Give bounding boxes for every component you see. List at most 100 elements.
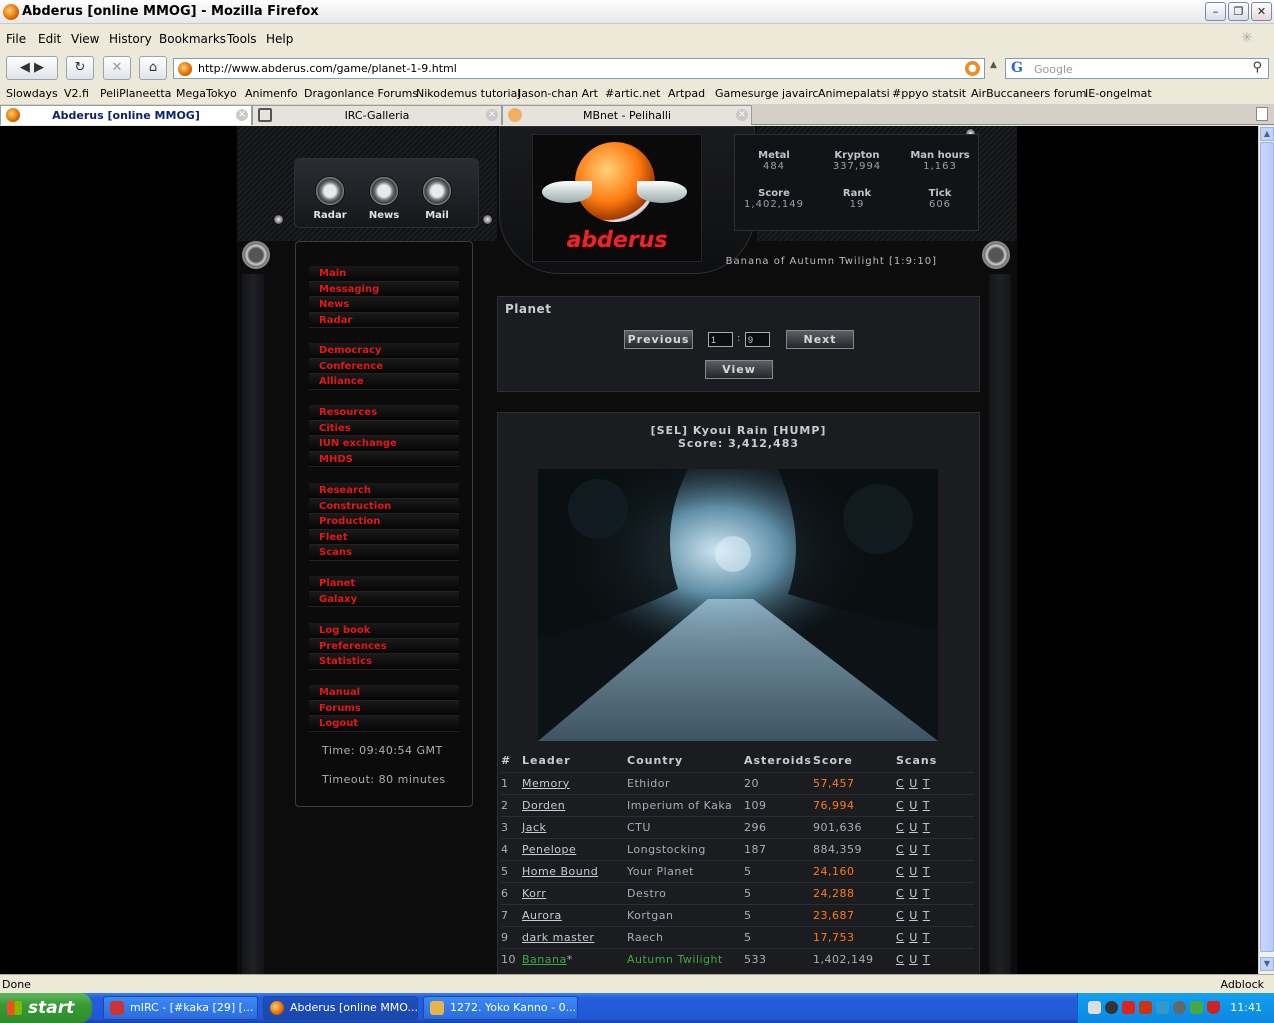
tray-java-icon[interactable] bbox=[1088, 1001, 1101, 1014]
tray-security-icon[interactable] bbox=[1207, 1001, 1220, 1014]
scan-t-link[interactable]: T bbox=[923, 909, 930, 922]
menu-item-iun-exchange[interactable]: IUN exchange bbox=[309, 436, 459, 452]
bookmark-item[interactable]: Animenfo bbox=[245, 87, 298, 100]
menu-item-construction[interactable]: Construction bbox=[309, 498, 459, 514]
bookmark-item[interactable]: Artpad bbox=[668, 87, 705, 100]
menu-item-main[interactable]: Main bbox=[309, 266, 459, 282]
task-firefox[interactable]: Abderus [online MMO... bbox=[263, 996, 418, 1020]
scan-c-link[interactable]: C bbox=[896, 865, 904, 878]
menu-item-statistics[interactable]: Statistics bbox=[309, 654, 459, 670]
tray-audio-icon[interactable] bbox=[1173, 1001, 1186, 1014]
scan-c-link[interactable]: C bbox=[896, 909, 904, 922]
menu-tools[interactable]: Tools bbox=[227, 32, 257, 46]
menu-file[interactable]: File bbox=[6, 32, 26, 46]
scan-t-link[interactable]: T bbox=[923, 799, 930, 812]
start-button[interactable]: start bbox=[0, 993, 92, 1023]
menu-view[interactable]: View bbox=[71, 32, 99, 46]
scan-c-link[interactable]: C bbox=[896, 777, 904, 790]
leader-link[interactable]: Aurora bbox=[522, 909, 562, 922]
tab-irc-galleria[interactable]: IRC-Galleria ✕ bbox=[252, 105, 502, 125]
menu-item-cities[interactable]: Cities bbox=[309, 420, 459, 436]
home-icon[interactable]: ⌂ bbox=[139, 56, 167, 80]
scan-c-link[interactable]: C bbox=[896, 931, 904, 944]
tray-xfire-icon[interactable] bbox=[1156, 1001, 1169, 1014]
radar-button[interactable]: Radar bbox=[310, 176, 350, 221]
scan-u-link[interactable]: U bbox=[909, 931, 918, 944]
tab-mbnet[interactable]: MBnet - Pelihalli ✕ bbox=[502, 105, 752, 125]
maximize-button[interactable]: ❐ bbox=[1228, 2, 1249, 21]
menu-item-planet[interactable]: Planet bbox=[309, 576, 459, 592]
task-mirc[interactable]: mIRC - [#kaka [29] [... bbox=[103, 996, 258, 1020]
minimize-button[interactable]: – bbox=[1205, 2, 1226, 21]
reload-icon[interactable]: ↻ bbox=[66, 56, 94, 80]
scroll-down-icon[interactable]: ▼ bbox=[1260, 957, 1274, 971]
leader-link[interactable]: Home Bound bbox=[522, 865, 598, 878]
search-icon[interactable]: ⚲ bbox=[1252, 60, 1262, 75]
tray-safely-remove-icon[interactable] bbox=[1190, 1001, 1203, 1014]
scan-t-link[interactable]: T bbox=[923, 777, 930, 790]
leader-link[interactable]: Jack bbox=[522, 821, 546, 834]
menu-item-mhds[interactable]: MHDS bbox=[309, 451, 459, 467]
menu-item-messaging[interactable]: Messaging bbox=[309, 281, 459, 297]
scan-u-link[interactable]: U bbox=[909, 887, 918, 900]
scan-t-link[interactable]: T bbox=[923, 953, 930, 966]
menu-item-resources[interactable]: Resources bbox=[309, 405, 459, 421]
bookmark-item[interactable]: Gamesurge javairc bbox=[715, 87, 818, 100]
tray-zonealarm-icon[interactable] bbox=[1139, 1001, 1152, 1014]
bookmark-item[interactable]: AirBuccaneers forum bbox=[971, 87, 1087, 100]
menu-help[interactable]: Help bbox=[266, 32, 293, 46]
bookmark-item[interactable]: Slowdays bbox=[6, 87, 58, 100]
scan-c-link[interactable]: C bbox=[896, 843, 904, 856]
scan-u-link[interactable]: U bbox=[909, 799, 918, 812]
bookmark-item[interactable]: MegaTokyo bbox=[176, 87, 237, 100]
scan-c-link[interactable]: C bbox=[896, 887, 904, 900]
galaxy-y-input[interactable] bbox=[745, 332, 770, 347]
tray-ati-icon[interactable] bbox=[1122, 1001, 1135, 1014]
tab-list-icon[interactable] bbox=[1256, 107, 1268, 121]
scan-t-link[interactable]: T bbox=[923, 821, 930, 834]
scroll-thumb[interactable] bbox=[1260, 142, 1274, 952]
bookmark-item[interactable]: Dragonlance Forums bbox=[304, 87, 418, 100]
bookmark-item[interactable]: IE-ongelmat bbox=[1085, 87, 1152, 100]
stop-icon[interactable]: ✕ bbox=[103, 56, 131, 80]
menu-item-log-book[interactable]: Log book bbox=[309, 623, 459, 639]
scan-t-link[interactable]: T bbox=[923, 865, 930, 878]
leader-link[interactable]: Memory bbox=[522, 777, 570, 790]
menu-item-research[interactable]: Research bbox=[309, 483, 459, 499]
next-button[interactable]: Next bbox=[786, 330, 854, 349]
leader-link[interactable]: dark master bbox=[522, 931, 594, 944]
menu-edit[interactable]: Edit bbox=[38, 32, 61, 46]
news-button[interactable]: News bbox=[364, 176, 404, 221]
scan-c-link[interactable]: C bbox=[896, 821, 904, 834]
menu-item-manual[interactable]: Manual bbox=[309, 685, 459, 701]
tray-network-icon[interactable] bbox=[1105, 1001, 1118, 1014]
adblock-button[interactable]: Adblock bbox=[1220, 978, 1264, 991]
tab-close-icon[interactable]: ✕ bbox=[236, 109, 248, 121]
bookmark-item[interactable]: #artic.net bbox=[605, 87, 660, 100]
menu-item-galaxy[interactable]: Galaxy bbox=[309, 591, 459, 607]
menu-item-news[interactable]: News bbox=[309, 297, 459, 313]
back-forward-button[interactable]: ◀ ▶ bbox=[6, 56, 58, 80]
bookmark-item[interactable]: Nikodemus tutorial bbox=[416, 87, 520, 100]
scan-t-link[interactable]: T bbox=[923, 843, 930, 856]
menu-item-fleet[interactable]: Fleet bbox=[309, 529, 459, 545]
menu-item-forums[interactable]: Forums bbox=[309, 700, 459, 716]
rss-icon[interactable]: ● bbox=[965, 61, 980, 76]
menu-history[interactable]: History bbox=[109, 32, 152, 46]
view-button[interactable]: View bbox=[705, 360, 773, 379]
menu-bookmarks[interactable]: Bookmarks bbox=[159, 32, 226, 46]
menu-item-democracy[interactable]: Democracy bbox=[309, 343, 459, 359]
vertical-scrollbar[interactable]: ▲ ▼ bbox=[1258, 126, 1274, 974]
tab-abderus[interactable]: Abderus [online MMOG] ✕ bbox=[0, 105, 252, 125]
bookmark-item[interactable]: V2.fi bbox=[64, 87, 89, 100]
bookmark-item[interactable]: Jason-chan Art bbox=[518, 87, 598, 100]
scan-c-link[interactable]: C bbox=[896, 799, 904, 812]
menu-item-radar[interactable]: Radar bbox=[309, 312, 459, 328]
tab-close-icon[interactable]: ✕ bbox=[736, 109, 748, 121]
previous-button[interactable]: Previous bbox=[624, 330, 693, 349]
menu-item-conference[interactable]: Conference bbox=[309, 358, 459, 374]
scan-u-link[interactable]: U bbox=[909, 953, 918, 966]
url-dropdown-icon[interactable]: ▲ bbox=[990, 60, 997, 70]
mail-button[interactable]: Mail bbox=[417, 176, 457, 221]
scan-u-link[interactable]: U bbox=[909, 865, 918, 878]
